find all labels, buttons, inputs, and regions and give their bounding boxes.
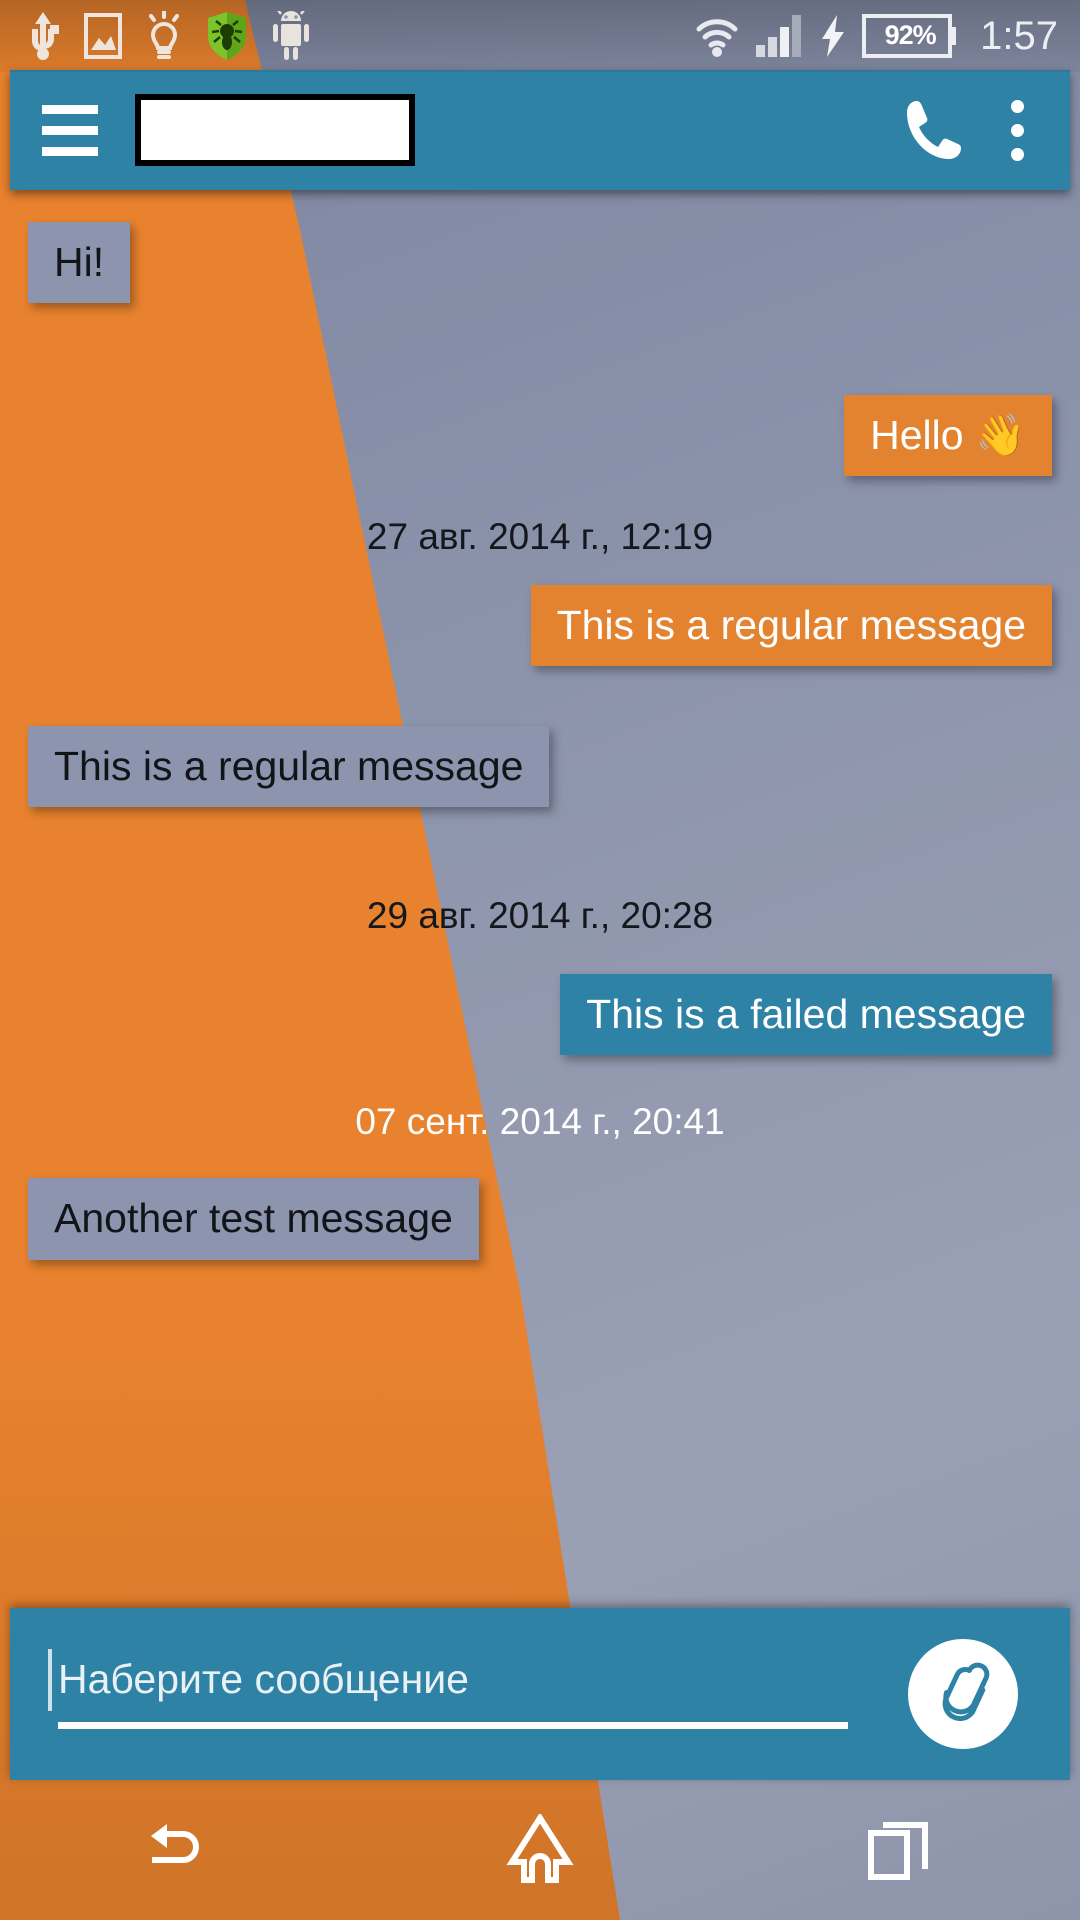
hamburger-line bbox=[42, 146, 98, 156]
contact-name-title[interactable] bbox=[135, 94, 415, 166]
message-input-placeholder[interactable]: Наберите сообщение bbox=[48, 1649, 868, 1722]
message-bubble-incoming[interactable]: This is a regular message bbox=[28, 726, 550, 808]
message-bubble-incoming[interactable]: Hi! bbox=[28, 222, 131, 304]
battery-percent-label: 92% bbox=[884, 19, 937, 50]
overflow-menu-button[interactable] bbox=[1011, 99, 1024, 161]
hamburger-line bbox=[42, 104, 98, 114]
message-row[interactable]: This is a regular message bbox=[0, 585, 1080, 667]
nav-back-button[interactable] bbox=[0, 1820, 360, 1880]
overflow-dot bbox=[1011, 99, 1024, 113]
message-row[interactable]: Hi! bbox=[0, 222, 1080, 304]
hamburger-line bbox=[42, 125, 98, 135]
back-arrow-icon bbox=[151, 1824, 199, 1863]
message-row[interactable]: Another test message bbox=[0, 1178, 1080, 1260]
date-separator: 07 сент. 2014 г., 20:41 bbox=[355, 1101, 725, 1143]
nav-home-button[interactable] bbox=[360, 1814, 720, 1886]
message-bubble-failed[interactable]: This is a failed message bbox=[560, 974, 1052, 1056]
charging-bolt-icon bbox=[822, 15, 845, 57]
signal-bars-icon bbox=[756, 15, 802, 57]
overflow-dot bbox=[1011, 147, 1024, 161]
android-robot-icon bbox=[273, 11, 309, 60]
message-bubble-outgoing[interactable]: This is a regular message bbox=[530, 585, 1052, 667]
text-caret bbox=[48, 1649, 52, 1711]
message-input-wrapper[interactable]: Наберите сообщение bbox=[48, 1649, 868, 1729]
date-separator: 27 авг. 2014 г., 12:19 bbox=[366, 516, 714, 558]
wifi-icon bbox=[696, 19, 738, 57]
phone-call-icon[interactable] bbox=[901, 97, 967, 163]
status-bar[interactable]: 92% 1:57 bbox=[0, 0, 1080, 72]
input-underline bbox=[58, 1722, 848, 1729]
home-icon bbox=[506, 1814, 574, 1883]
message-row[interactable]: This is a failed message bbox=[0, 974, 1080, 1056]
app-bar bbox=[10, 70, 1070, 190]
battery-indicator: 92% bbox=[862, 14, 958, 58]
usb-icon bbox=[31, 12, 59, 60]
nav-recents-button[interactable] bbox=[720, 1817, 1080, 1883]
compose-bar: Наберите сообщение bbox=[10, 1608, 1070, 1780]
message-list[interactable]: Hi! Hello 👋 27 авг. 2014 г., 12:19 This … bbox=[0, 190, 1080, 1280]
paperclip-icon bbox=[942, 1662, 990, 1722]
screenshot-image-icon bbox=[84, 13, 122, 59]
message-row[interactable]: This is a regular message bbox=[0, 726, 1080, 808]
recent-apps-icon bbox=[868, 1822, 928, 1880]
hamburger-menu-button[interactable] bbox=[10, 104, 130, 156]
drweb-shield-icon bbox=[208, 12, 246, 60]
date-separator: 29 авг. 2014 г., 20:28 bbox=[366, 895, 714, 937]
status-bar-notification-icons bbox=[0, 11, 310, 61]
status-bar-system-icons: 92% 1:57 bbox=[694, 14, 1080, 58]
lightbulb-icon bbox=[149, 11, 179, 59]
message-row[interactable]: Hello 👋 bbox=[0, 395, 1080, 477]
system-navigation-bar bbox=[0, 1780, 1080, 1920]
message-bubble-incoming[interactable]: Another test message bbox=[28, 1178, 479, 1260]
message-bubble-outgoing[interactable]: Hello 👋 bbox=[844, 395, 1052, 477]
app-bar-actions bbox=[901, 97, 1070, 163]
status-bar-clock: 1:57 bbox=[980, 14, 1058, 58]
attach-button[interactable] bbox=[908, 1639, 1018, 1749]
overflow-dot bbox=[1011, 123, 1024, 137]
